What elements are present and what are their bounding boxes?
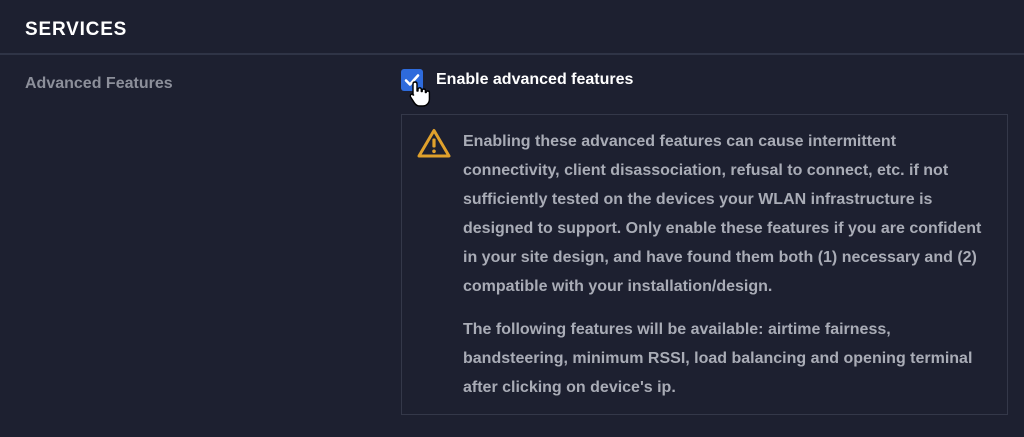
warning-triangle-icon [417, 129, 451, 158]
checkmark-icon [404, 74, 420, 86]
warning-message: Enabling these advanced features can cau… [463, 133, 982, 295]
enable-advanced-features-toggle[interactable]: Enable advanced features [401, 69, 633, 91]
enable-advanced-features-label[interactable]: Enable advanced features [436, 71, 633, 89]
available-features-message: The following features will be available… [463, 321, 973, 396]
advanced-features-warning: Enabling these advanced features can cau… [401, 114, 1008, 415]
section-divider [0, 53, 1024, 55]
services-settings-page: SERVICES Advanced Features Enable advanc… [0, 0, 1024, 437]
section-title: SERVICES [25, 19, 128, 40]
enable-advanced-features-checkbox[interactable] [401, 69, 423, 91]
advanced-features-label: Advanced Features [25, 75, 173, 92]
